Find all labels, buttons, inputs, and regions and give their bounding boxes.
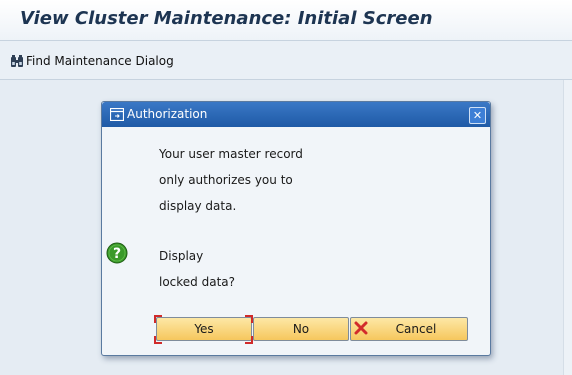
focus-marker <box>245 336 253 344</box>
focus-marker <box>154 315 162 323</box>
message-line: display data. <box>159 199 237 213</box>
cancel-label: Cancel <box>395 322 437 336</box>
find-maintenance-dialog-label: Find Maintenance Dialog <box>26 54 174 68</box>
question-icon: ? <box>106 242 128 264</box>
question-line: Display <box>159 249 204 263</box>
dialog-title-bar[interactable]: Authorization ✕ <box>102 102 490 127</box>
close-icon[interactable]: ✕ <box>469 107 486 124</box>
focus-marker <box>245 315 253 323</box>
cancel-button[interactable]: Cancel <box>350 317 468 341</box>
application-toolbar: Find Maintenance Dialog <box>0 41 572 80</box>
window-icon <box>110 108 124 121</box>
title-bar: View Cluster Maintenance: Initial Screen <box>0 0 572 41</box>
message-line: only authorizes you to <box>159 173 293 187</box>
authorization-dialog: Authorization ✕ Your user master record … <box>101 101 491 356</box>
page-title: View Cluster Maintenance: Initial Screen <box>20 8 433 29</box>
focus-marker <box>154 336 162 344</box>
yes-button[interactable]: Yes <box>156 317 252 341</box>
message-line: Your user master record <box>159 147 303 161</box>
svg-text:?: ? <box>113 246 121 262</box>
scrollbar-gutter <box>563 80 572 375</box>
binoculars-icon <box>11 55 23 67</box>
no-button[interactable]: No <box>253 317 349 341</box>
dialog-title: Authorization <box>127 107 208 121</box>
find-maintenance-dialog-button[interactable]: Find Maintenance Dialog <box>10 52 174 70</box>
question-line: locked data? <box>159 275 236 289</box>
